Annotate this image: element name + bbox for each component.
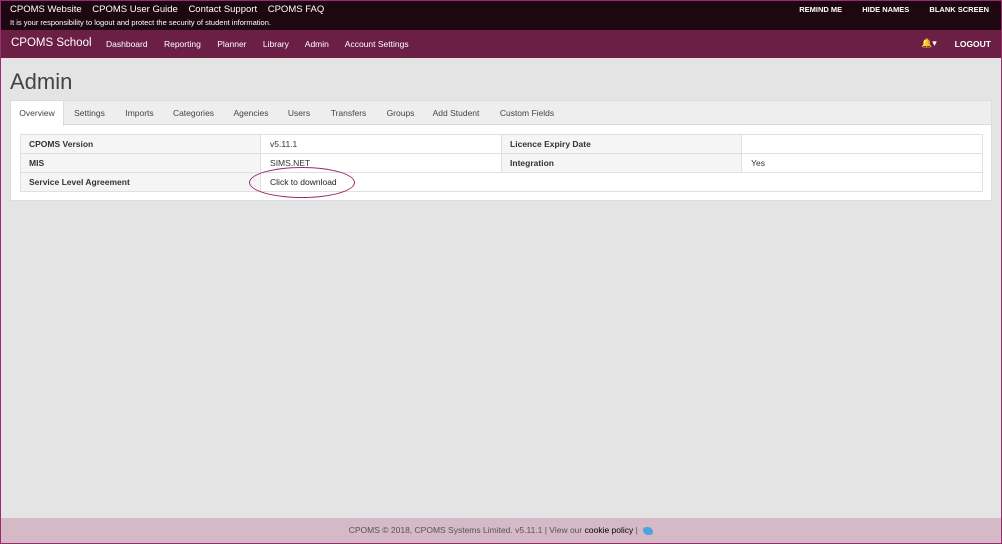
cpoms-version-label: CPOMS Version	[19, 134, 262, 154]
security-notice: It is your responsibility to logout and …	[10, 18, 271, 27]
nav-account-settings[interactable]: Account Settings	[345, 39, 409, 49]
main-navbar: CPOMS School Dashboard Reporting Planner…	[1, 30, 1001, 58]
twitter-icon[interactable]	[643, 526, 654, 535]
integration-value: Yes	[741, 153, 983, 173]
cookie-policy-link[interactable]: cookie policy	[585, 525, 634, 535]
blank-screen-button[interactable]: BLANK SCREEN	[929, 5, 989, 14]
nav-menu: Dashboard Reporting Planner Library Admi…	[106, 39, 423, 49]
tab-groups[interactable]: Groups	[379, 101, 422, 125]
table-row: MIS SIMS.NET Integration Yes	[19, 153, 983, 173]
tab-transfers[interactable]: Transfers	[321, 101, 376, 125]
bell-icon[interactable]: 🔔▾	[921, 38, 937, 49]
tab-users[interactable]: Users	[281, 101, 317, 125]
tab-custom-fields[interactable]: Custom Fields	[491, 101, 563, 125]
overview-table: CPOMS Version v5.11.1 Licence Expiry Dat…	[19, 134, 983, 192]
table-row: CPOMS Version v5.11.1 Licence Expiry Dat…	[19, 134, 983, 154]
tab-categories[interactable]: Categories	[166, 101, 221, 125]
integration-label: Integration	[501, 153, 743, 173]
cpoms-version-value: v5.11.1	[260, 134, 503, 154]
tab-settings[interactable]: Settings	[66, 101, 113, 125]
contact-support-link[interactable]: Contact Support	[188, 4, 257, 15]
licence-expiry-label: Licence Expiry Date	[501, 134, 743, 154]
logout-button[interactable]: LOGOUT	[955, 39, 991, 49]
nav-admin[interactable]: Admin	[305, 39, 329, 49]
tab-imports[interactable]: Imports	[117, 101, 162, 125]
footer: CPOMS © 2018, CPOMS Systems Limited. v5.…	[1, 518, 1001, 543]
page-title: Admin	[10, 69, 73, 94]
tab-agencies[interactable]: Agencies	[225, 101, 277, 125]
remind-me-button[interactable]: REMIND ME	[799, 5, 842, 14]
mis-value: SIMS.NET	[260, 153, 503, 173]
cpoms-website-link[interactable]: CPOMS Website	[10, 4, 82, 15]
licence-expiry-value	[741, 134, 983, 154]
nav-planner[interactable]: Planner	[217, 39, 246, 49]
cpoms-faq-link[interactable]: CPOMS FAQ	[268, 4, 324, 15]
sla-cell: Click to download	[260, 172, 983, 192]
nav-reporting[interactable]: Reporting	[164, 39, 201, 49]
tab-add-student[interactable]: Add Student	[425, 101, 487, 125]
cpoms-user-guide-link[interactable]: CPOMS User Guide	[92, 4, 178, 15]
mis-label: MIS	[19, 153, 262, 173]
sla-label: Service Level Agreement	[19, 172, 262, 192]
footer-separator: |	[635, 525, 638, 535]
brand-link[interactable]: CPOMS School	[11, 37, 92, 49]
top-bar: CPOMS Website CPOMS User Guide Contact S…	[1, 1, 1001, 30]
nav-library[interactable]: Library	[263, 39, 289, 49]
nav-dashboard[interactable]: Dashboard	[106, 39, 148, 49]
admin-panel: Overview Settings Imports Categories Age…	[10, 100, 992, 201]
sla-download-link[interactable]: Click to download	[270, 177, 337, 187]
footer-text: CPOMS © 2018, CPOMS Systems Limited. v5.…	[348, 525, 583, 535]
hide-names-button[interactable]: HIDE NAMES	[862, 5, 909, 14]
top-right-actions: REMIND ME HIDE NAMES BLANK SCREEN	[781, 5, 989, 14]
tab-overview[interactable]: Overview	[11, 101, 64, 126]
tab-bar: Overview Settings Imports Categories Age…	[11, 101, 991, 126]
table-row: Service Level Agreement Click to downloa…	[19, 172, 983, 192]
top-links: CPOMS Website CPOMS User Guide Contact S…	[10, 4, 332, 15]
